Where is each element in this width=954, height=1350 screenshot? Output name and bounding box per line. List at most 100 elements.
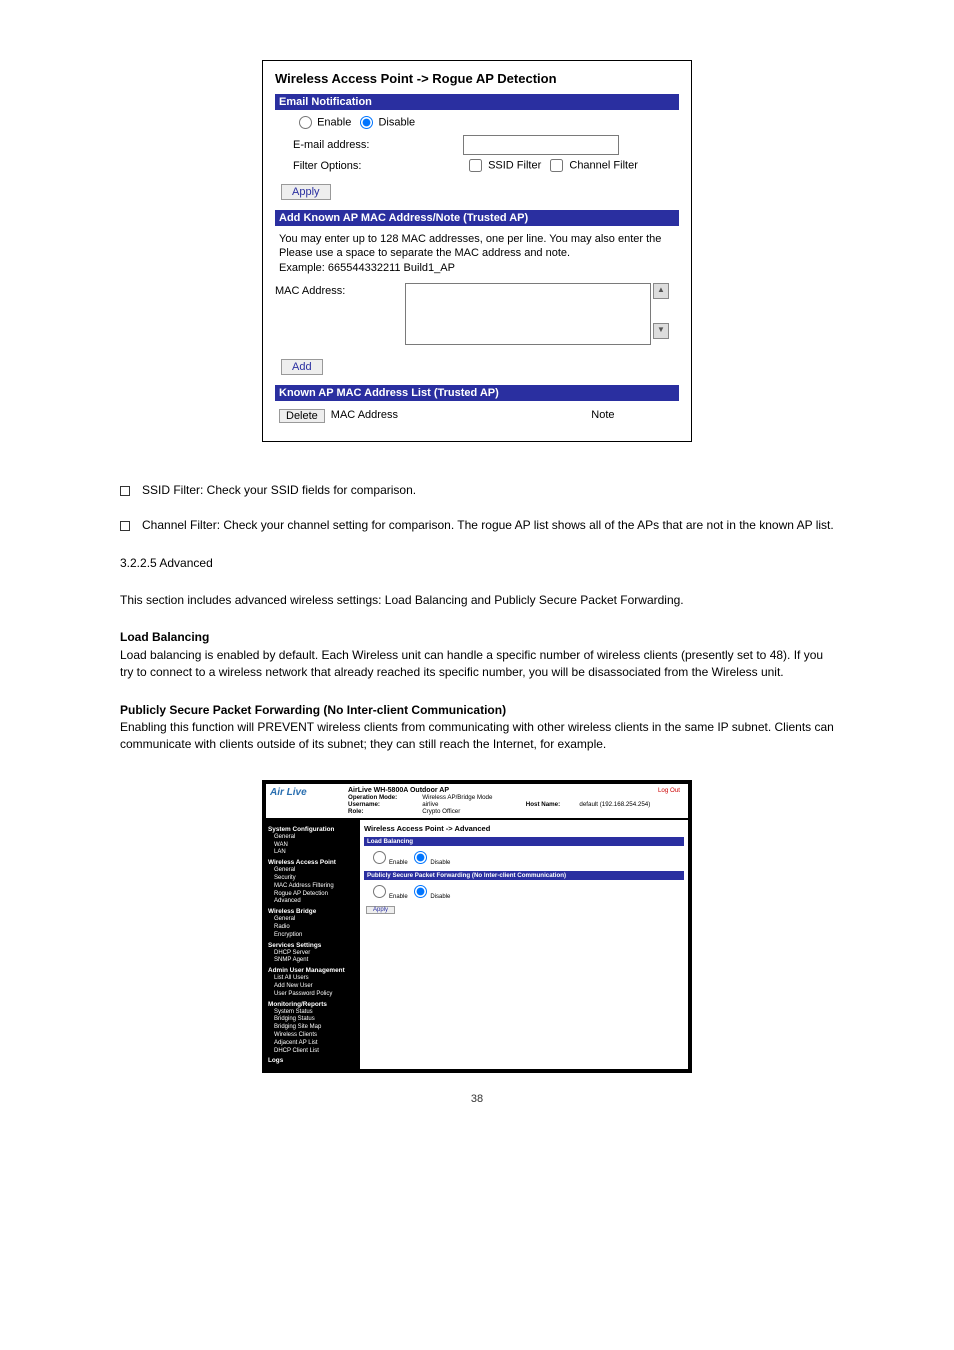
page-number: 38 [60, 1093, 894, 1105]
sidebar-group: Wireless Bridge [268, 908, 358, 915]
sidebar-group: Services Settings [268, 942, 358, 949]
username-value: airlive [422, 801, 526, 808]
sidebar-item[interactable]: General [268, 867, 358, 875]
sidebar-item[interactable]: List All Users [268, 975, 358, 983]
sidebar-item[interactable]: Bridging Status [268, 1016, 358, 1024]
scroll-down-icon[interactable]: ▼ [653, 323, 669, 339]
lb-disable-radio[interactable] [414, 851, 427, 864]
scroll-up-icon[interactable]: ▲ [653, 283, 669, 299]
mac-address-label: MAC Address: [275, 283, 405, 297]
known-ap-list-header: Delete MAC Address Note [275, 407, 679, 427]
apply-button[interactable]: Apply [281, 184, 331, 200]
sidebar-item[interactable]: General [268, 834, 358, 842]
sidebar-item[interactable]: MAC Address Filtering [268, 883, 358, 891]
sidebar-item[interactable]: Encryption [268, 932, 358, 940]
document-body-text: SSID Filter: Check your SSID fields for … [120, 482, 834, 754]
pspf-enable-radio[interactable] [373, 885, 386, 898]
rogue-ap-panel: Wireless Access Point -> Rogue AP Detect… [262, 60, 692, 442]
add-note-line2: Please use a space to separate the MAC a… [279, 247, 570, 259]
enable-label-3: Enable [389, 894, 408, 900]
lb-enable-radio[interactable] [373, 851, 386, 864]
load-balancing-heading: Load Balancing [120, 630, 209, 644]
sidebar-item[interactable]: WAN [268, 842, 358, 850]
admin-main: Wireless Access Point -> Advanced Load B… [360, 820, 688, 1070]
sidebar-item[interactable]: SNMP Agent [268, 957, 358, 965]
email-enable-group: Enable Disable [275, 116, 679, 129]
role-value: Crypto Officer [422, 808, 526, 815]
bullet-icon [120, 486, 130, 496]
apply-button-2[interactable]: Apply [366, 906, 395, 914]
bullet-icon [120, 521, 130, 531]
sidebar-item[interactable]: Radio [268, 924, 358, 932]
pspf-heading: Publicly Secure Packet Forwarding (No In… [120, 703, 506, 717]
sidebar-item[interactable]: Advanced [268, 898, 358, 906]
col-note: Note [531, 409, 675, 423]
add-note-line1: You may enter up to 128 MAC addresses, o… [279, 233, 661, 245]
email-address-label: E-mail address: [275, 139, 463, 151]
email-address-input[interactable] [463, 135, 619, 155]
hostname-value: default (192.168.254.254) [579, 801, 684, 808]
sidebar-group: Wireless Access Point [268, 859, 358, 866]
ssid-filter-label: SSID Filter [488, 159, 541, 171]
channel-filter-checkbox[interactable] [550, 159, 563, 172]
sidebar-item[interactable]: Wireless Clients [268, 1032, 358, 1040]
sidebar-item[interactable]: LAN [268, 849, 358, 857]
product-title: AirLive WH-5800A Outdoor AP [348, 787, 579, 794]
opmode-value: Wireless AP/Bridge Mode [422, 794, 526, 801]
section-email-notification: Email Notification [275, 94, 679, 110]
add-note-text: You may enter up to 128 MAC addresses, o… [275, 232, 679, 283]
textarea-scrollbar: ▲ ▼ [653, 283, 667, 339]
admin-sidebar: System Configuration General WAN LAN Wir… [266, 820, 360, 1070]
opmode-label: Operation Mode: [348, 794, 397, 801]
sidebar-item[interactable]: General [268, 916, 358, 924]
sidebar-item[interactable]: DHCP Server [268, 950, 358, 958]
pspf-disable-radio[interactable] [414, 885, 427, 898]
ssid-filter-text: SSID Filter: Check your SSID fields for … [142, 482, 416, 499]
admin-ui-screenshot: Air Live AirLive WH-5800A Outdoor AP Log… [262, 780, 692, 1074]
sidebar-item[interactable]: Security [268, 875, 358, 883]
sidebar-item[interactable]: Add New User [268, 983, 358, 991]
mac-address-textarea[interactable] [405, 283, 651, 345]
ssid-filter-checkbox[interactable] [469, 159, 482, 172]
sidebar-item[interactable]: Bridging Site Map [268, 1024, 358, 1032]
admin-header: Air Live AirLive WH-5800A Outdoor AP Log… [266, 784, 688, 818]
section-known-ap-list: Known AP MAC Address List (Trusted AP) [275, 385, 679, 401]
enable-label-2: Enable [389, 860, 408, 866]
role-label: Role: [348, 808, 363, 815]
airlive-logo: Air Live [270, 787, 348, 798]
add-button[interactable]: Add [281, 359, 323, 375]
sidebar-group: Monitoring/Reports [268, 1001, 358, 1008]
filter-options-group: SSID Filter Channel Filter [463, 159, 638, 172]
pspf-body: Enabling this function will PREVENT wire… [120, 720, 834, 751]
section-add-known-ap: Add Known AP MAC Address/Note (Trusted A… [275, 210, 679, 226]
sidebar-item[interactable]: Rogue AP Detection [268, 891, 358, 899]
username-label: Username: [348, 801, 380, 808]
sidebar-item[interactable]: User Password Policy [268, 991, 358, 999]
col-mac-address: MAC Address [331, 409, 531, 423]
disable-label-3: Disable [430, 894, 450, 900]
channel-filter-label: Channel Filter [569, 159, 637, 171]
disable-label: Disable [378, 116, 415, 128]
sidebar-group: System Configuration [268, 826, 358, 833]
sidebar-item[interactable]: DHCP Client List [268, 1048, 358, 1056]
load-balancing-body: Load balancing is enabled by default. Ea… [120, 648, 823, 679]
logout-link[interactable]: Log Out [658, 787, 680, 794]
channel-filter-text: Channel Filter: Check your channel setti… [142, 517, 834, 534]
breadcrumb: Wireless Access Point -> Rogue AP Detect… [275, 71, 679, 86]
sidebar-group: Admin User Management [268, 967, 358, 974]
delete-button[interactable]: Delete [279, 409, 325, 423]
sidebar-group: Logs [268, 1057, 358, 1064]
admin-breadcrumb: Wireless Access Point -> Advanced [364, 824, 684, 833]
sidebar-item[interactable]: System Status [268, 1009, 358, 1017]
section-load-balancing: Load Balancing [364, 837, 684, 846]
add-note-line3: Example: 665544332211 Build1_AP [279, 262, 455, 274]
advanced-intro: This section includes advanced wireless … [120, 592, 834, 609]
disable-label-2: Disable [430, 860, 450, 866]
heading-advanced: 3.2.2.5 Advanced [120, 555, 834, 572]
email-enable-radio[interactable] [299, 116, 312, 129]
section-pspf: Publicly Secure Packet Forwarding (No In… [364, 871, 684, 880]
sidebar-item[interactable]: Adjacent AP List [268, 1040, 358, 1048]
enable-label: Enable [317, 116, 351, 128]
filter-options-label: Filter Options: [275, 160, 463, 172]
email-disable-radio[interactable] [360, 116, 373, 129]
